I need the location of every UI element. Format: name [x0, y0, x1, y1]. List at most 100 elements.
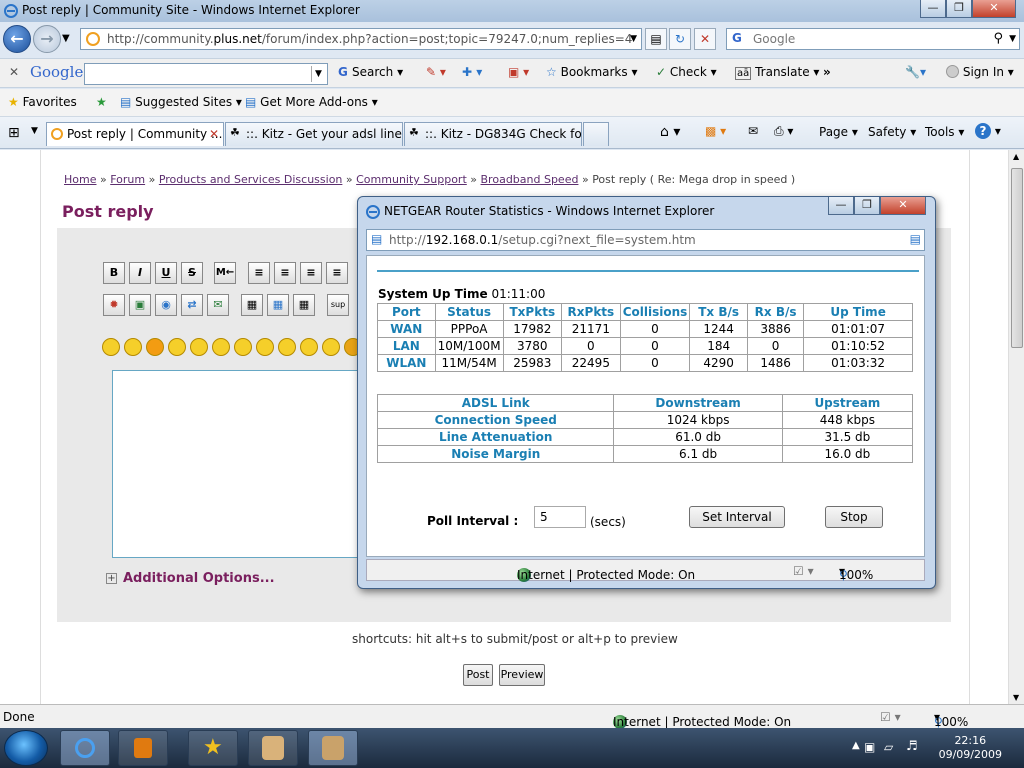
popup-close-button[interactable]: ✕: [880, 197, 926, 215]
zoom-control[interactable]: ⚲ 100% ▾: [934, 710, 968, 729]
favorites-button[interactable]: ★ Favorites: [8, 95, 77, 109]
italic-button[interactable]: I: [129, 262, 151, 284]
address-dropdown-icon[interactable]: ▼: [630, 34, 637, 44]
bookmarks-button[interactable]: ☆ Bookmarks ▾: [546, 65, 637, 79]
clock[interactable]: 22:16 09/09/2009: [939, 734, 1002, 762]
superscript-button[interactable]: sup: [327, 294, 349, 316]
help-icon[interactable]: ? ▾: [975, 123, 1001, 139]
popup-zoom-control[interactable]: ⚲ 100% ▾: [839, 564, 873, 582]
align-right-icon[interactable]: ≡: [300, 262, 322, 284]
compatibility-view-icon[interactable]: ▤: [645, 28, 667, 50]
signal-icon[interactable]: ▱: [884, 740, 893, 754]
search-options-icon[interactable]: ▼: [1009, 34, 1016, 44]
maximize-button[interactable]: ❐: [946, 0, 972, 18]
underline-button[interactable]: U: [155, 262, 177, 284]
smiley-icon[interactable]: [300, 338, 318, 356]
breadcrumb-support[interactable]: Community Support: [356, 173, 467, 186]
stop-button[interactable]: Stop: [825, 506, 883, 528]
google-search-button[interactable]: G Search ▾: [338, 65, 403, 79]
popup-page-icon[interactable]: ▤: [910, 232, 921, 246]
additional-options-toggle[interactable]: + Additional Options...: [106, 571, 275, 586]
strike-button[interactable]: S: [181, 262, 203, 284]
preview-button[interactable]: Preview: [499, 664, 545, 686]
taskbar-game-button-2[interactable]: [308, 730, 358, 766]
breadcrumb-home[interactable]: Home: [64, 173, 96, 186]
post-button[interactable]: Post: [463, 664, 493, 686]
close-toolbar-icon[interactable]: ✕: [9, 65, 19, 79]
network-error-icon[interactable]: ▣: [864, 740, 875, 754]
more-chevron-icon[interactable]: »: [823, 65, 831, 79]
close-button[interactable]: ✕: [972, 0, 1016, 18]
smiley-icon[interactable]: [102, 338, 120, 356]
tab-kitz-adsl[interactable]: ☘::. Kitz - Get your adsl line st...: [225, 122, 403, 146]
smiley-icon[interactable]: [256, 338, 274, 356]
tools-menu[interactable]: Tools ▾: [925, 125, 964, 139]
scroll-down-icon[interactable]: ▼: [1013, 693, 1019, 702]
get-addons-link[interactable]: ▤ Get More Add-ons ▾: [245, 95, 378, 109]
refresh-icon[interactable]: ↻: [669, 28, 691, 50]
table-column-icon[interactable]: ▦: [293, 294, 315, 316]
link-globe-icon[interactable]: ◉: [155, 294, 177, 316]
quick-tabs-icon[interactable]: ⊞: [8, 125, 20, 141]
set-interval-button[interactable]: Set Interval: [689, 506, 785, 528]
email-icon[interactable]: ✉: [207, 294, 229, 316]
align-left-icon[interactable]: ≡: [248, 262, 270, 284]
table-icon[interactable]: ▦: [241, 294, 263, 316]
taskbar-ie-button[interactable]: [60, 730, 110, 766]
wrench-icon[interactable]: 🔧▾: [905, 65, 926, 79]
add-favorite-icon[interactable]: ★: [96, 95, 107, 109]
tab-post-reply[interactable]: Post reply | Community ... ✕: [46, 122, 224, 146]
smiley-icon[interactable]: [322, 338, 340, 356]
highlight-icon[interactable]: ✎ ▾: [426, 65, 446, 79]
search-box[interactable]: G Google ⚲ ▼: [726, 28, 1020, 50]
print-icon[interactable]: ⎙ ▾: [774, 124, 793, 139]
mail-icon[interactable]: ✉: [748, 124, 758, 138]
popup-maximize-button[interactable]: ❐: [854, 197, 880, 215]
bold-button[interactable]: B: [103, 262, 125, 284]
popup-minimize-button[interactable]: —: [828, 197, 854, 215]
flash-icon[interactable]: ✹: [103, 294, 125, 316]
scroll-up-icon[interactable]: ▲: [1013, 152, 1019, 161]
suggested-sites-link[interactable]: ▤ Suggested Sites ▾: [120, 95, 242, 109]
new-tab-button[interactable]: [583, 122, 609, 146]
plus-icon[interactable]: ✚ ▾: [462, 65, 482, 79]
check-button[interactable]: ✓ Check ▾: [656, 65, 717, 79]
feeds-icon[interactable]: ▩ ▾: [705, 124, 726, 138]
tab-close-icon[interactable]: ✕: [209, 127, 219, 141]
smiley-icon[interactable]: [146, 338, 164, 356]
tab-list-icon[interactable]: ▼: [31, 126, 38, 136]
taskbar-media-player-button[interactable]: [118, 730, 168, 766]
popup-address-bar[interactable]: ▤ http://192.168.0.1/setup.cgi?next_file…: [366, 229, 925, 251]
scroll-thumb[interactable]: [1011, 168, 1023, 348]
smiley-icon[interactable]: [234, 338, 252, 356]
smiley-icon[interactable]: [278, 338, 296, 356]
popup-blocker-icon[interactable]: ▣ ▾: [508, 65, 529, 79]
sign-in-button[interactable]: Sign In ▾: [946, 65, 1014, 79]
smiley-icon[interactable]: [168, 338, 186, 356]
taskbar-game-button[interactable]: [248, 730, 298, 766]
google-dropdown-icon[interactable]: ▼: [311, 66, 325, 82]
history-dropdown-icon[interactable]: ▼: [62, 33, 70, 44]
smiley-icon[interactable]: [212, 338, 230, 356]
smiley-icon[interactable]: [124, 338, 142, 356]
vertical-scrollbar[interactable]: ▲ ▼: [1008, 150, 1024, 704]
breadcrumb-broadband[interactable]: Broadband Speed: [481, 173, 579, 186]
home-icon[interactable]: ⌂ ▾: [660, 124, 680, 140]
minimize-button[interactable]: —: [920, 0, 946, 18]
message-textarea[interactable]: [112, 370, 372, 558]
google-toolbar-input[interactable]: ▼: [84, 63, 328, 85]
taskbar-app-button[interactable]: ★: [188, 730, 238, 766]
smiley-icon[interactable]: [190, 338, 208, 356]
show-hidden-icons[interactable]: ▲: [852, 740, 860, 751]
back-button[interactable]: ←: [3, 25, 31, 53]
move-button[interactable]: M←: [214, 262, 236, 284]
page-menu[interactable]: Page ▾: [819, 125, 858, 139]
start-button[interactable]: [4, 730, 48, 766]
address-bar[interactable]: http://community.plus.net/forum/index.ph…: [80, 28, 642, 50]
volume-icon[interactable]: ♬: [906, 739, 918, 754]
image-icon[interactable]: ▣: [129, 294, 151, 316]
justify-icon[interactable]: ≡: [326, 262, 348, 284]
breadcrumb-products[interactable]: Products and Services Discussion: [159, 173, 343, 186]
safety-menu[interactable]: Safety ▾: [868, 125, 916, 139]
tab-kitz-dg834g[interactable]: ☘::. Kitz - DG834G Check for I...: [404, 122, 582, 146]
